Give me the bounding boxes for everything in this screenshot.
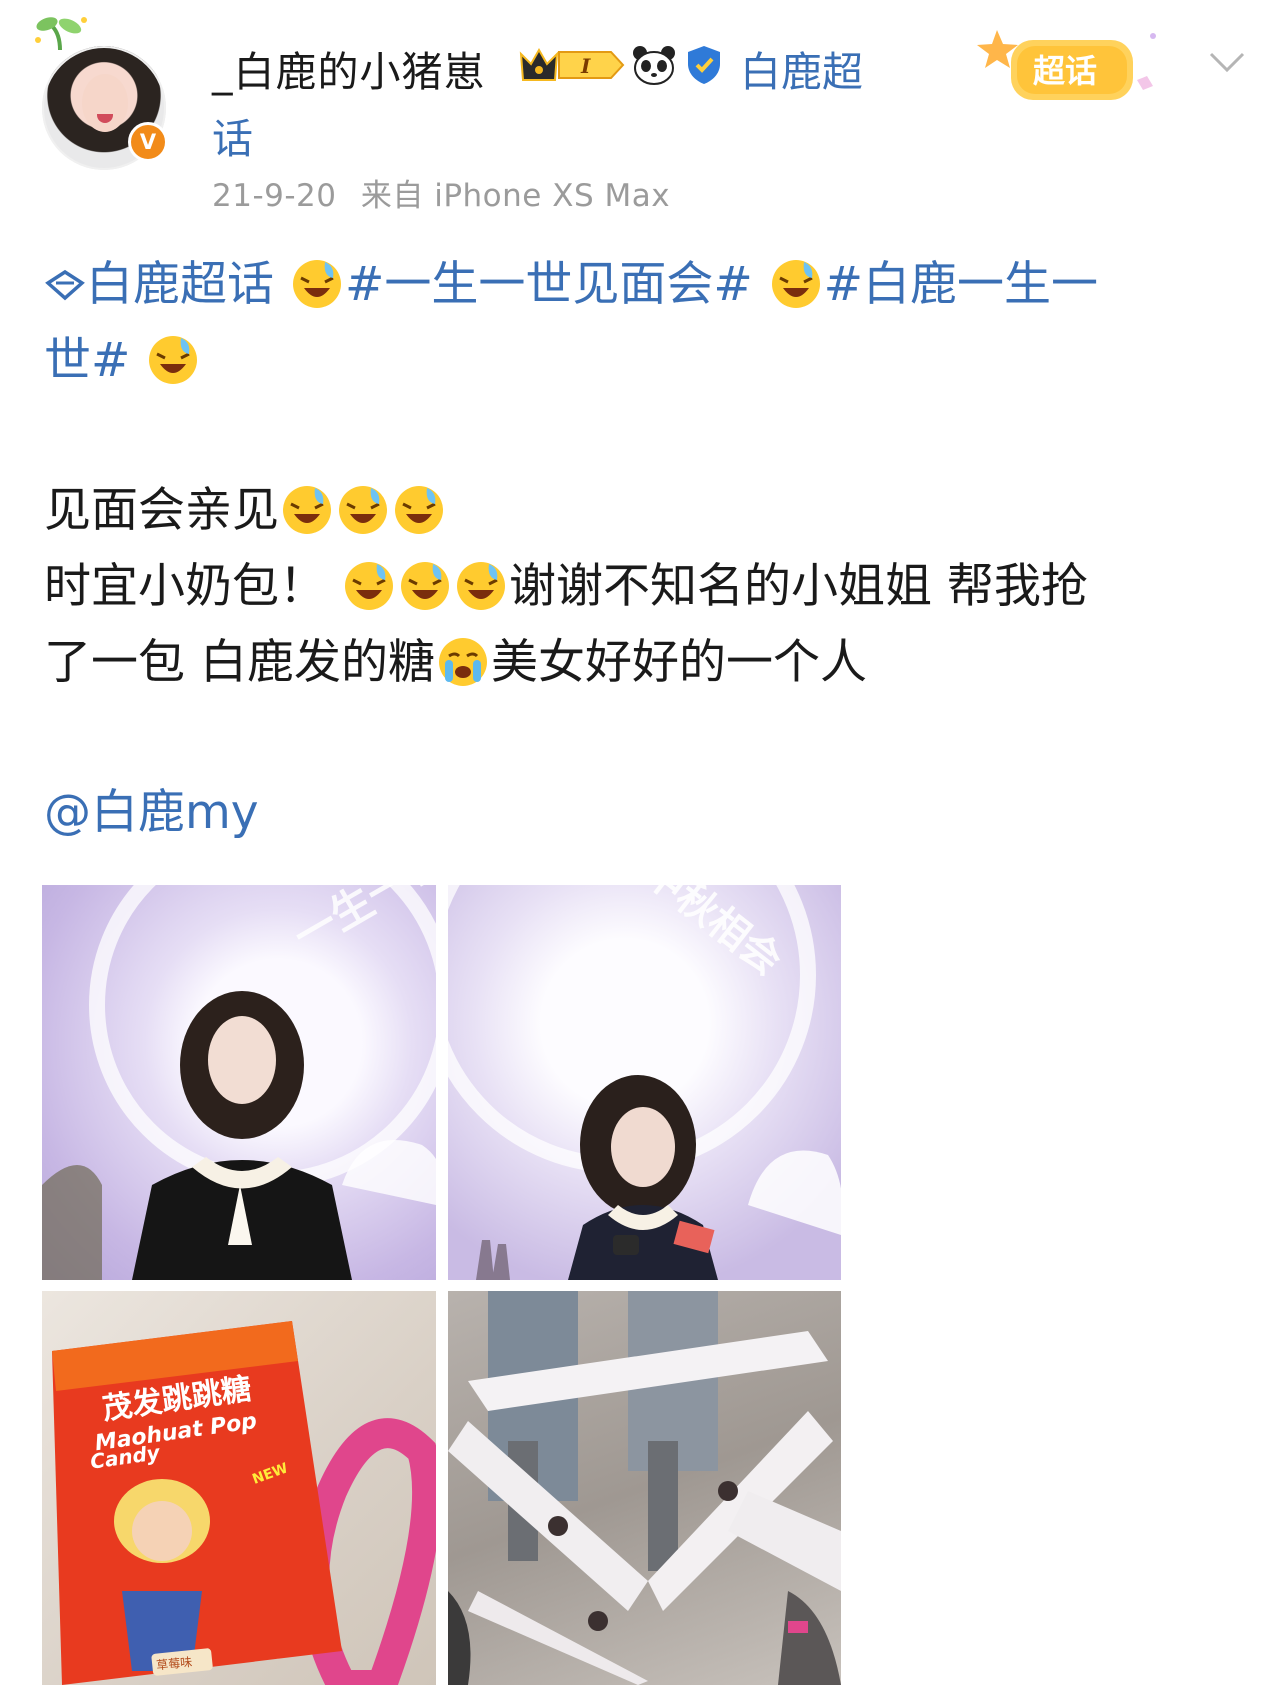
panda-icon bbox=[633, 46, 675, 85]
avatar-face bbox=[82, 74, 128, 132]
photo-1-art: 一生一世 bbox=[42, 885, 436, 1280]
photo-2-art: 中秋相会 bbox=[448, 885, 841, 1280]
hashtag-2[interactable]: #白鹿一生一 bbox=[824, 257, 1098, 312]
diamond-topic-icon bbox=[45, 269, 85, 301]
laugh-cry-emoji bbox=[335, 480, 391, 536]
chaohua-badge-icon[interactable]: 超话 bbox=[975, 20, 1175, 116]
text-line-3b: 美女好好的一个人 bbox=[490, 635, 867, 690]
laugh-cry-emoji bbox=[145, 330, 201, 386]
hashtag-2-cont[interactable]: 世# bbox=[44, 333, 130, 388]
crying-emoji bbox=[435, 632, 491, 688]
laugh-cry-emoji bbox=[341, 556, 397, 612]
author-name[interactable]: _白鹿的小猪崽 bbox=[212, 38, 486, 98]
photo-4-art bbox=[448, 1291, 841, 1685]
post-text-line-4: 时宜小奶包！ 谢谢不知名的小姐姐 帮我抢 bbox=[44, 554, 1088, 620]
text-line-2a: 时宜小奶包！ bbox=[44, 559, 326, 614]
svg-text:I: I bbox=[580, 54, 591, 78]
laugh-cry-emoji bbox=[289, 254, 345, 310]
post-source: 来自 iPhone XS Max bbox=[360, 178, 671, 214]
post-text-line-1: 白鹿超话 #一生一世见面会# #白鹿一生一 bbox=[44, 252, 1098, 318]
photo-3-art: 茂发跳跳糖 Maohuat Pop Candy NEW 草莓味 bbox=[52, 1321, 436, 1685]
photo-3[interactable]: 茂发跳跳糖 Maohuat Pop Candy NEW 草莓味 bbox=[42, 1291, 436, 1685]
post-meta: 21-9-20 来自 iPhone XS Max bbox=[212, 170, 670, 215]
svg-text:一生一世: 一生一世 bbox=[285, 885, 436, 961]
crown-level-icon: I bbox=[519, 47, 625, 81]
laugh-cry-emoji bbox=[397, 556, 453, 612]
photo-1[interactable]: 一生一世 bbox=[42, 885, 436, 1280]
laugh-cry-emoji bbox=[768, 254, 824, 310]
post-date: 21-9-20 bbox=[212, 178, 337, 214]
hashtag-1[interactable]: #一生一世见面会# bbox=[345, 257, 753, 312]
verified-icon: V bbox=[128, 122, 168, 162]
chevron-down-icon[interactable] bbox=[1205, 46, 1249, 76]
text-line-1: 见面会亲见 bbox=[44, 483, 279, 538]
laugh-cry-emoji bbox=[391, 480, 447, 536]
svg-text:中秋相会: 中秋相会 bbox=[636, 885, 790, 984]
mention-link[interactable]: @白鹿my bbox=[44, 780, 259, 846]
post-text-line-2: 世# bbox=[44, 328, 201, 394]
sprout-icon bbox=[35, 17, 87, 51]
photo-2[interactable]: 中秋相会 bbox=[448, 885, 841, 1280]
photo-4[interactable] bbox=[448, 1291, 841, 1685]
text-line-3a: 了一包 白鹿发的糖 bbox=[44, 635, 435, 690]
text-line-2b: 谢谢不知名的小姐姐 帮我抢 bbox=[508, 559, 1088, 614]
laugh-cry-emoji bbox=[453, 556, 509, 612]
post-text-line-3: 见面会亲见 bbox=[44, 478, 447, 544]
laugh-cry-emoji bbox=[279, 480, 335, 536]
topic-link[interactable]: 白鹿超 bbox=[740, 38, 863, 98]
svg-text:超话: 超话 bbox=[1033, 52, 1097, 90]
topic-tag[interactable]: 白鹿超话 bbox=[86, 257, 274, 312]
topic-link-cont[interactable]: 话 bbox=[212, 105, 253, 165]
post-text-line-5: 了一包 白鹿发的糖 美女好好的一个人 bbox=[44, 630, 867, 696]
shield-icon bbox=[688, 46, 720, 84]
